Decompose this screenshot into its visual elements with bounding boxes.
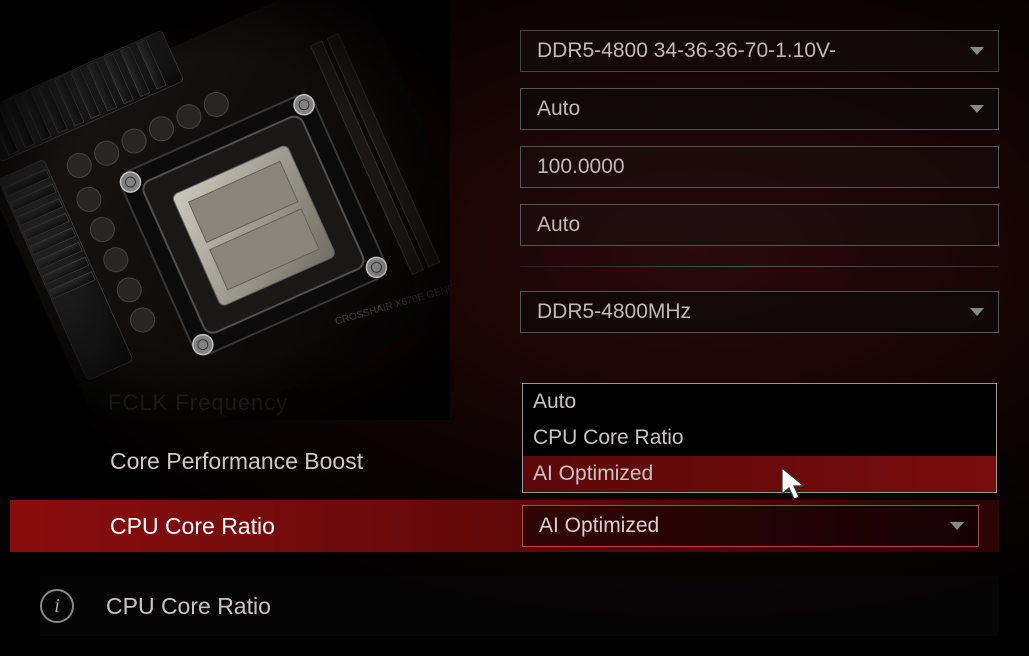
mode-value: Auto <box>537 97 580 121</box>
chevron-down-icon <box>970 47 984 55</box>
cursor-icon <box>780 466 808 502</box>
bclk-mode-value: Auto <box>537 213 580 237</box>
dropdown-item[interactable]: Auto <box>523 384 996 420</box>
ghost-label: FCLK Frequency <box>108 390 288 416</box>
settings-panel: DDR5-4800 34-36-36-70-1.10V- Auto 100.00… <box>520 30 999 349</box>
bclk-mode-select[interactable]: Auto <box>520 204 999 246</box>
bclk-value: 100.0000 <box>537 155 625 179</box>
chevron-down-icon <box>970 308 984 316</box>
chevron-down-icon <box>950 522 964 530</box>
help-bar: i CPU Core Ratio <box>40 576 999 636</box>
memory-profile-value: DDR5-4800 34-36-36-70-1.10V- <box>537 39 836 63</box>
memory-profile-select[interactable]: DDR5-4800 34-36-36-70-1.10V- <box>520 30 999 72</box>
memory-speed-value: DDR5-4800MHz <box>537 300 691 324</box>
info-icon: i <box>40 589 74 623</box>
dropdown-item[interactable]: AI Optimized <box>523 456 996 492</box>
cpu-core-ratio-select[interactable]: AI Optimized <box>522 505 979 547</box>
motherboard-image: CROSSHAIR X670E GENE <box>0 0 450 420</box>
bclk-input[interactable]: 100.0000 <box>520 146 999 188</box>
cpu-core-ratio-value: AI Optimized <box>539 514 659 538</box>
memory-speed-select[interactable]: DDR5-4800MHz <box>520 291 999 333</box>
dropdown-popup: AutoCPU Core RatioAI Optimized <box>522 383 997 493</box>
cpu-core-ratio-row[interactable]: CPU Core Ratio AI Optimized <box>10 500 999 552</box>
cpu-core-ratio-label: CPU Core Ratio <box>110 513 275 540</box>
divider <box>520 266 999 267</box>
mode-select[interactable]: Auto <box>520 88 999 130</box>
dropdown-item[interactable]: CPU Core Ratio <box>523 420 996 456</box>
help-text: CPU Core Ratio <box>106 593 271 620</box>
chevron-down-icon <box>970 105 984 113</box>
core-performance-boost-label: Core Performance Boost <box>110 448 363 475</box>
